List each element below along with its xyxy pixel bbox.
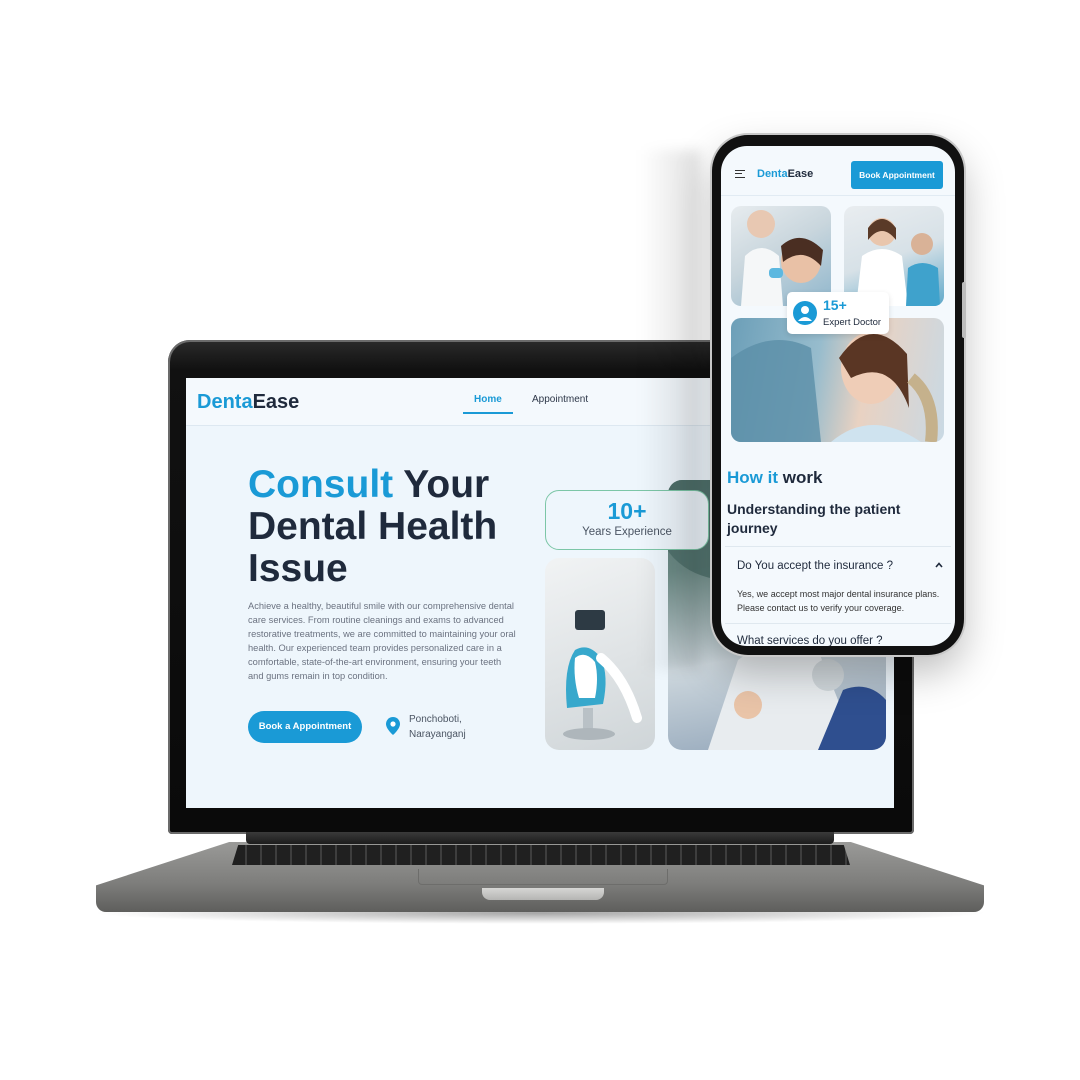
dentist-smiling-illustration (856, 218, 940, 306)
doctor-icon (793, 301, 817, 325)
book-appointment-button[interactable]: Book a Appointment (248, 711, 362, 743)
nav-active-indicator (463, 412, 513, 414)
site-logo[interactable]: DentaEase (197, 391, 299, 414)
photo-dental-chair (545, 558, 655, 750)
doctor-icon-glyph (798, 306, 812, 321)
laptop-trackpad (418, 869, 668, 885)
faq-answer: Yes, we accept most major dental insuran… (737, 589, 940, 613)
how-it-work-title: How it work (727, 468, 822, 488)
dentist-patient-illustration (741, 210, 823, 306)
mobile-logo[interactable]: DentaEase (757, 168, 813, 180)
expert-doctor-count: 15+ (823, 297, 847, 313)
laptop-keyboard (232, 845, 850, 865)
dental-chair-illustration (563, 610, 642, 740)
expert-doctor-label: Expert Doctor (823, 317, 882, 328)
chevron-up-icon[interactable] (935, 561, 943, 569)
mobile-header: DentaEase Book Appointment (721, 146, 955, 196)
faq-question[interactable]: Do You accept the insurance ? (737, 560, 893, 572)
photo-patient-smile (731, 318, 944, 442)
hero-title: Consult Your Dental Health Issue (248, 464, 538, 590)
map-pin-icon (386, 717, 400, 735)
mobile-logo-dark: Ease (787, 168, 814, 180)
patient-journey-subtitle: Understanding the patient journey (727, 501, 901, 536)
how-it-work-rest: work (778, 468, 823, 487)
laptop-lip (482, 888, 604, 900)
phone-side-button (962, 282, 966, 338)
nav-appointment-link[interactable]: Appointment (532, 394, 588, 405)
mobile-logo-accent: Denta (757, 168, 788, 180)
photo-dentist-patient (731, 206, 831, 306)
faq-item-insurance[interactable]: Do You accept the insurance ? Yes, we ac… (725, 546, 951, 624)
phone-shadow (640, 150, 700, 670)
location-line-2: Narayanganj (409, 729, 466, 740)
hero-description: Achieve a healthy, beautiful smile with … (248, 601, 516, 681)
location-line-1: Ponchoboti, (409, 714, 462, 725)
mobile-book-appointment-button[interactable]: Book Appointment (851, 161, 943, 189)
expert-doctor-badge: 15+ Expert Doctor (787, 292, 889, 334)
faq-question-services[interactable]: What services do you offer ? (737, 635, 883, 646)
mobile-site: DentaEase Book Appointment 15+ Expert Do… (721, 146, 955, 646)
laptop-hinge (246, 832, 834, 844)
how-it-work-accent: How it (727, 468, 778, 487)
logo-part-accent: Denta (197, 391, 253, 413)
hamburger-menu-icon[interactable] (735, 170, 745, 178)
patient-smile-illustration (731, 332, 938, 442)
nav-home-link[interactable]: Home (474, 394, 502, 405)
location-text: Ponchoboti, Narayanganj (409, 712, 489, 742)
logo-part-dark: Ease (252, 391, 300, 413)
photo-dentist-smiling (844, 206, 944, 306)
hero-title-accent: Consult (248, 463, 394, 506)
